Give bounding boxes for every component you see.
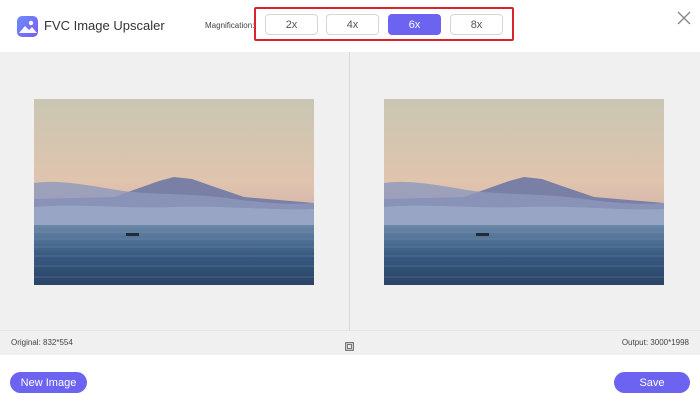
magnification-4x-button[interactable]: 4x [326,14,379,35]
magnification-8x-button[interactable]: 8x [450,14,503,35]
output-size-label: Output: 3000*1998 [621,338,689,347]
magnification-6x-button[interactable]: 6x [388,14,441,35]
footer [0,355,700,410]
preview-divider [349,52,350,330]
app-title: FVC Image Upscaler [44,18,165,33]
new-image-button[interactable]: New Image [10,372,87,393]
magnification-label: Magnification: [205,21,255,30]
original-size-label: Original: 832*554 [11,338,73,347]
app-header: FVC Image Upscaler Magnification: 2x 4x … [0,0,700,52]
save-button[interactable]: Save [614,372,690,393]
compare-icon[interactable] [345,338,354,351]
output-image [384,99,664,285]
original-image [34,99,314,285]
close-icon[interactable] [674,8,694,28]
magnification-2x-button[interactable]: 2x [265,14,318,35]
photo-logo-icon [17,16,38,37]
